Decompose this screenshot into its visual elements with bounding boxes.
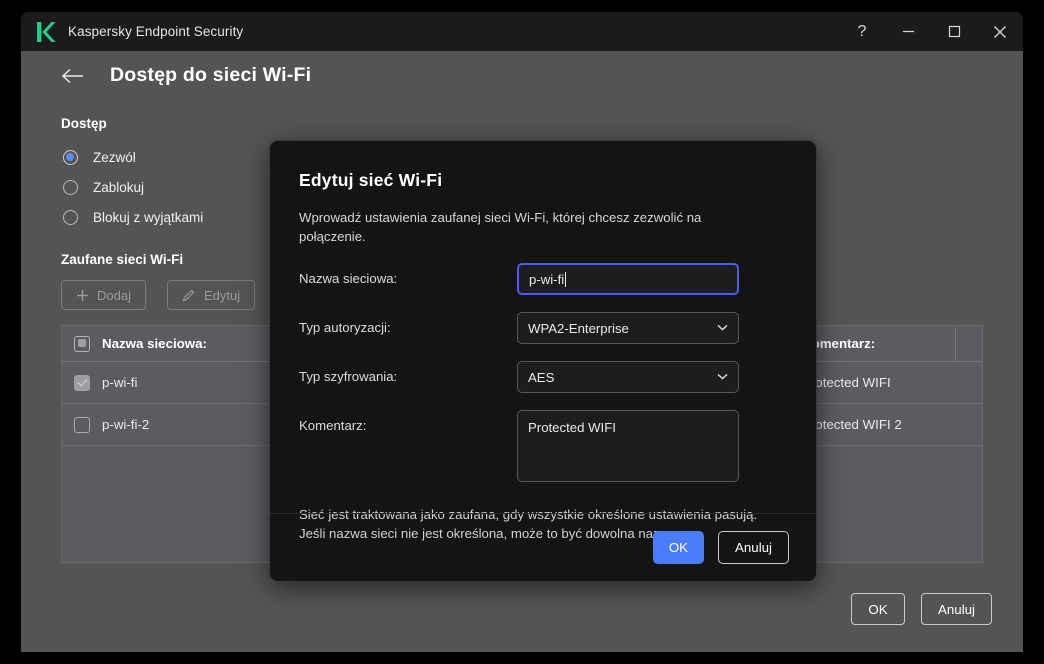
row-spacer (956, 408, 982, 442)
chevron-down-icon (717, 323, 728, 334)
checkbox-indicator (74, 335, 90, 352)
auth-type-select[interactable]: WPA2-Enterprise (517, 312, 739, 344)
window-ok-button[interactable]: OK (851, 593, 906, 625)
dialog-ok-button[interactable]: OK (652, 531, 705, 564)
page-title: Dostęp do sieci Wi-Fi (110, 64, 312, 86)
add-button[interactable]: Dodaj (61, 280, 146, 310)
edit-button-label: Edytuj (204, 287, 241, 303)
radio-label: Zezwól (93, 149, 136, 165)
auth-type-value: WPA2-Enterprise (528, 320, 629, 336)
row-spacer (956, 366, 982, 400)
window-controls: ? (839, 12, 1023, 51)
radio-indicator (63, 209, 78, 225)
field-label: Nazwa sieciowa: (299, 271, 398, 286)
encryption-type-select[interactable]: AES (517, 361, 739, 393)
dialog-cancel-button[interactable]: Anuluj (718, 531, 789, 564)
column-header-comment[interactable]: Komentarz: (802, 336, 955, 351)
pencil-icon (182, 288, 196, 302)
app-title: Kaspersky Endpoint Security (68, 24, 244, 39)
edit-button[interactable]: Edytuj (167, 280, 256, 310)
text-caret (565, 271, 567, 287)
edit-wifi-dialog: Edytuj sieć Wi-Fi Wprowadź ustawienia za… (269, 140, 817, 582)
radio-label: Zablokuj (93, 179, 145, 195)
column-header-spacer (955, 326, 982, 361)
title-bar: Kaspersky Endpoint Security ? (21, 12, 1023, 51)
help-icon[interactable]: ? (839, 12, 885, 51)
dialog-body: Edytuj sieć Wi-Fi Wprowadź ustawienia za… (270, 141, 816, 543)
field-network-name: Nazwa sieciowa: p-wi-fi (299, 263, 787, 295)
network-name-value: p-wi-fi (529, 271, 565, 287)
encryption-type-value: AES (528, 369, 555, 385)
field-encryption-type: Typ szyfrowania: AES (299, 361, 787, 393)
field-comment: Komentarz: Protected WIFI (299, 410, 787, 482)
plus-icon (76, 289, 89, 302)
row-checkbox[interactable] (62, 374, 102, 391)
dialog-description: Wprowadź ustawienia zaufanej sieci Wi-Fi… (299, 210, 702, 244)
close-icon[interactable] (977, 12, 1023, 51)
radio-label: Blokuj z wyjątkami (93, 209, 204, 225)
checkbox-indicator (74, 416, 90, 433)
page-header: Dostęp do sieci Wi-Fi (21, 51, 1023, 100)
radio-indicator (63, 179, 78, 195)
dialog-title: Edytuj sieć Wi-Fi (299, 170, 443, 190)
select-all-checkbox[interactable] (62, 335, 102, 352)
chevron-down-icon (717, 372, 728, 383)
kaspersky-logo-icon (36, 21, 56, 43)
back-arrow-icon[interactable] (61, 64, 85, 88)
cell-comment: Protected WIFI 2 (802, 417, 902, 432)
dialog-footer: OK Anuluj (270, 513, 816, 581)
network-name-input[interactable]: p-wi-fi (517, 263, 739, 295)
checkbox-indicator (74, 374, 90, 391)
window-cancel-button[interactable]: Anuluj (921, 593, 992, 625)
radio-indicator (63, 149, 78, 165)
comment-textarea[interactable]: Protected WIFI (517, 410, 739, 482)
field-label: Typ autoryzacji: (299, 320, 391, 335)
add-button-label: Dodaj (97, 287, 131, 303)
minimize-icon[interactable] (885, 12, 931, 51)
field-label: Komentarz: (299, 418, 367, 433)
access-section-label: Dostęp (61, 116, 107, 131)
field-auth-type: Typ autoryzacji: WPA2-Enterprise (299, 312, 787, 344)
cell-comment: Protected WIFI (802, 375, 891, 390)
app-window: Kaspersky Endpoint Security ? Dostęp do … (21, 12, 1023, 652)
row-checkbox[interactable] (62, 416, 102, 433)
field-label: Typ szyfrowania: (299, 369, 398, 384)
maximize-icon[interactable] (931, 12, 977, 51)
